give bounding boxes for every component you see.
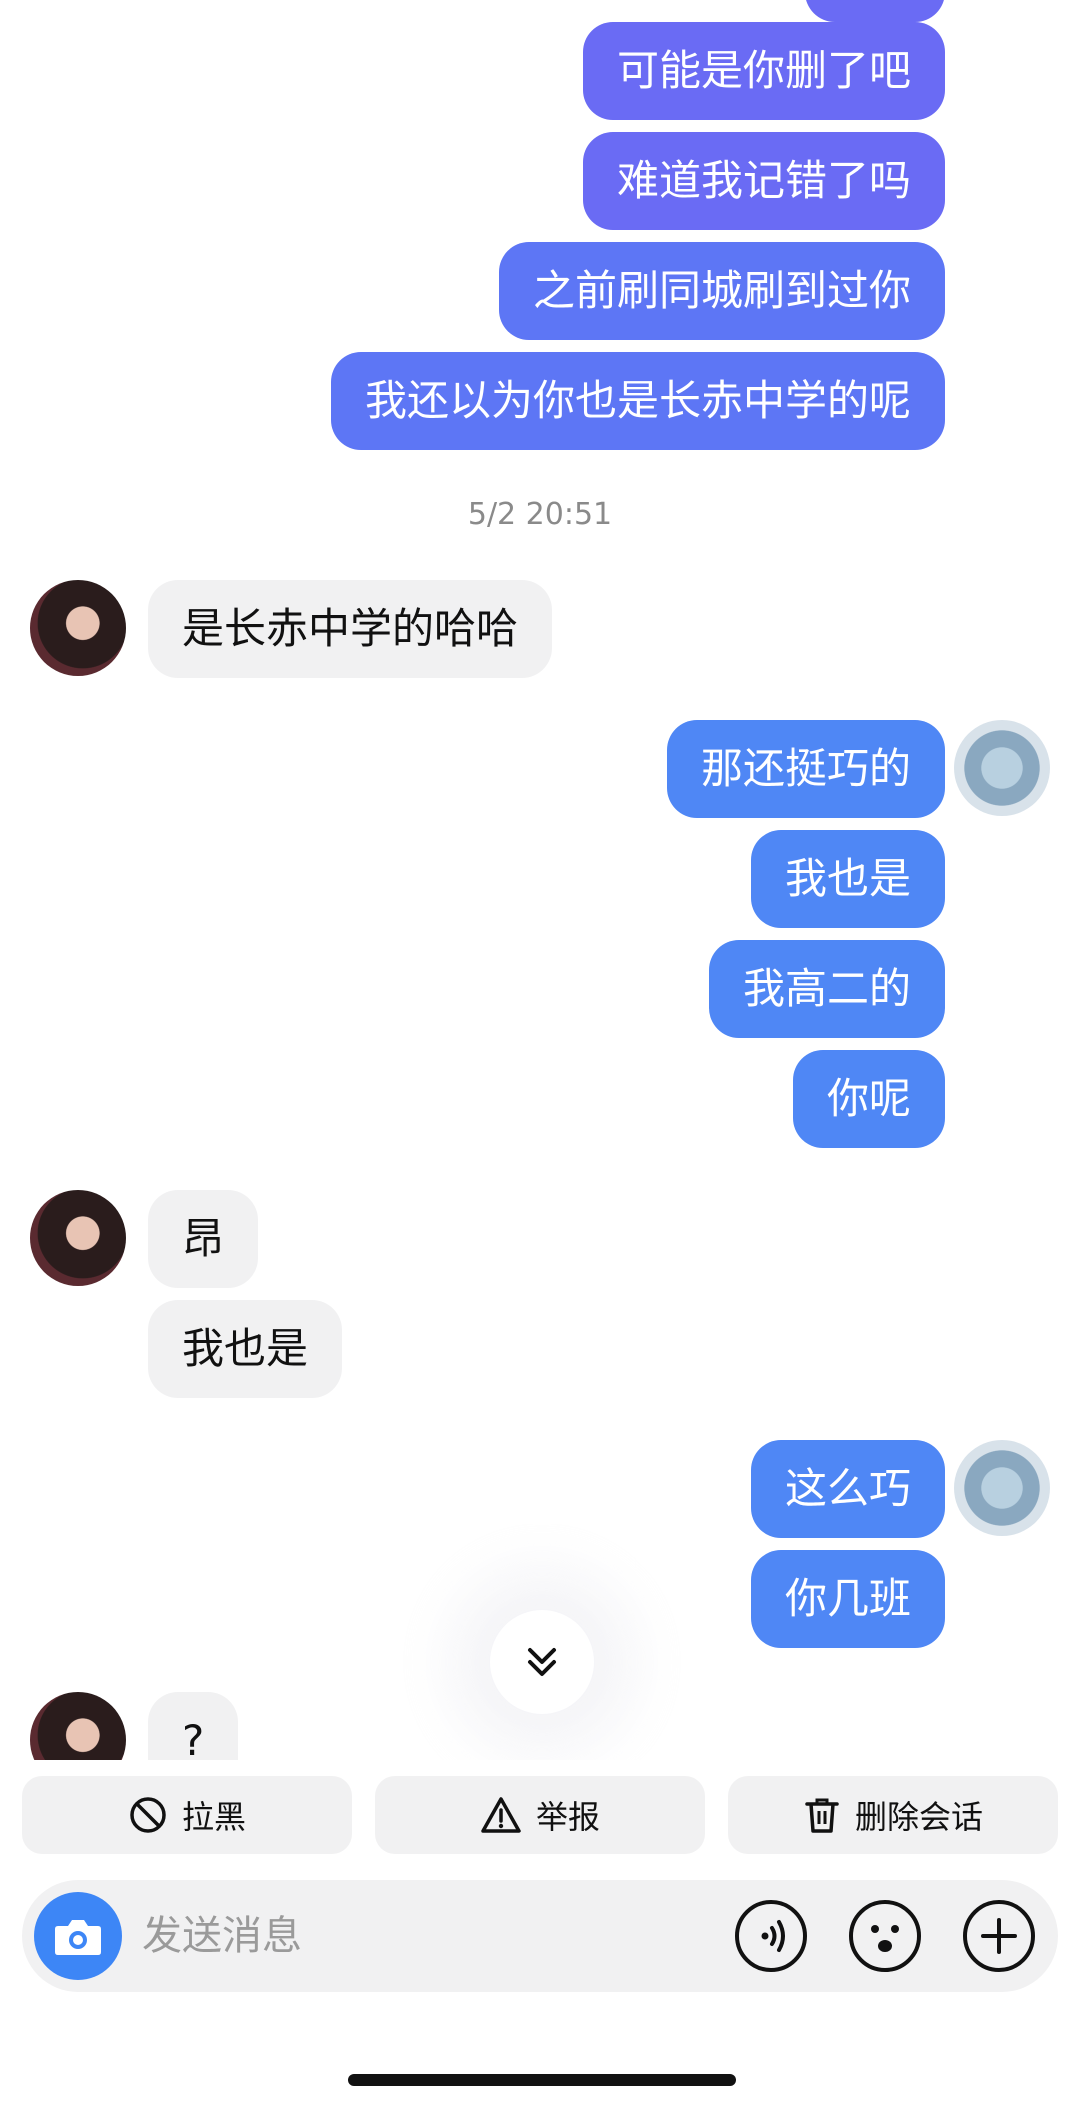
message-bubble-outgoing[interactable]: 可能是你删了吧 bbox=[582, 22, 945, 120]
plus-icon bbox=[963, 1900, 1035, 1972]
double-chevron-down-icon bbox=[528, 1648, 556, 1676]
chat-area[interactable]: 可能是你删了吧 难道我记错了吗 之前刷同城刷到过你 我还以为你也是长赤中学的呢 … bbox=[0, 0, 1080, 1760]
message-bubble-incoming[interactable]: 昂 bbox=[148, 1190, 259, 1288]
message-bubble-outgoing[interactable]: 这么巧 bbox=[750, 1440, 945, 1538]
report-label: 举报 bbox=[535, 1798, 600, 1836]
voice-button[interactable] bbox=[730, 1895, 812, 1977]
message-input[interactable]: 发送消息 bbox=[142, 1880, 302, 1992]
report-button[interactable]: 举报 bbox=[375, 1776, 705, 1854]
trash-icon bbox=[805, 1798, 839, 1833]
block-icon bbox=[130, 1797, 166, 1833]
camera-button[interactable] bbox=[34, 1892, 122, 1980]
message-bubble-outgoing[interactable]: 我也是 bbox=[750, 830, 945, 928]
delete-conversation-button[interactable]: 删除会话 bbox=[728, 1776, 1058, 1854]
contact-avatar[interactable] bbox=[30, 1190, 126, 1286]
contact-avatar[interactable] bbox=[30, 580, 126, 676]
delete-conversation-label: 删除会话 bbox=[854, 1798, 983, 1836]
message-bubble-outgoing[interactable]: 我高二的 bbox=[708, 940, 945, 1038]
emoji-icon bbox=[849, 1900, 921, 1972]
message-bubble-outgoing[interactable]: 我还以为你也是长赤中学的呢 bbox=[330, 352, 945, 450]
message-bubble-partial[interactable] bbox=[805, 0, 945, 22]
emoji-button[interactable] bbox=[844, 1895, 926, 1977]
action-row: 拉黑 举报 删除会话 bbox=[22, 1776, 1058, 1854]
message-bubble-outgoing[interactable]: 难道我记错了吗 bbox=[582, 132, 945, 230]
message-bubble-outgoing[interactable]: 之前刷同城刷到过你 bbox=[498, 242, 945, 340]
message-bubble-outgoing[interactable]: 你呢 bbox=[792, 1050, 945, 1148]
message-composer: 发送消息 bbox=[22, 1880, 1058, 1992]
message-bubble-incoming[interactable]: ? bbox=[148, 1692, 239, 1760]
my-avatar[interactable] bbox=[954, 1440, 1050, 1536]
my-avatar[interactable] bbox=[954, 720, 1050, 816]
block-button[interactable]: 拉黑 bbox=[22, 1776, 352, 1854]
more-button[interactable] bbox=[958, 1895, 1040, 1977]
block-label: 拉黑 bbox=[181, 1798, 246, 1836]
camera-icon bbox=[55, 1920, 101, 1955]
message-bubble-incoming[interactable]: 是长赤中学的哈哈 bbox=[148, 580, 553, 678]
message-bubble-outgoing[interactable]: 你几班 bbox=[750, 1550, 945, 1648]
message-timestamp: 5/2 20:51 bbox=[467, 497, 613, 532]
contact-avatar[interactable] bbox=[30, 1692, 126, 1760]
voice-icon bbox=[735, 1900, 807, 1972]
home-indicator[interactable] bbox=[348, 2074, 736, 2086]
message-bubble-outgoing[interactable]: 那还挺巧的 bbox=[666, 720, 945, 818]
message-bubble-incoming[interactable]: 我也是 bbox=[148, 1300, 343, 1398]
warning-icon bbox=[481, 1797, 521, 1833]
scroll-to-bottom-button[interactable] bbox=[490, 1610, 594, 1714]
